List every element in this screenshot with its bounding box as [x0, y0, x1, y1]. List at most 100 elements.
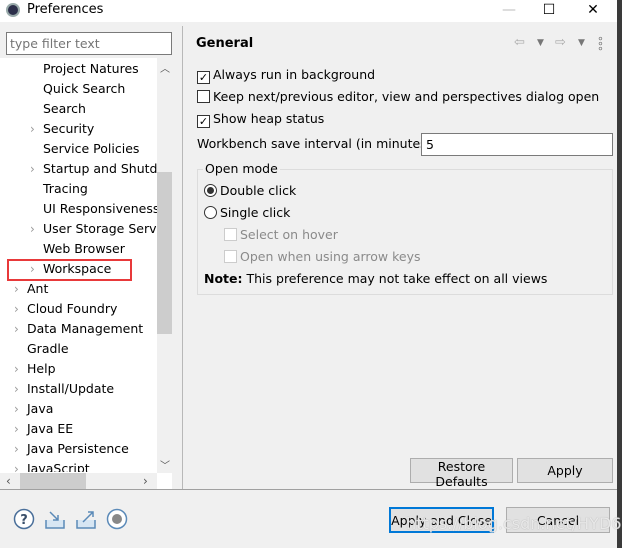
expand-chevron-icon[interactable]: › [14, 299, 19, 319]
select-on-hover-checkbox: Select on hover [224, 225, 338, 245]
checkbox-icon[interactable]: ✓ [197, 71, 210, 84]
tree-item[interactable]: Web Browser [0, 239, 157, 259]
tree-item-label: Java [27, 401, 54, 416]
open-mode-label: Open mode [203, 161, 280, 176]
open-arrow-keys-checkbox: Open when using arrow keys [224, 247, 421, 267]
tree-item[interactable]: Search [0, 99, 157, 119]
expand-chevron-icon[interactable]: › [30, 159, 35, 179]
checkbox-label: Open when using arrow keys [240, 249, 421, 264]
filter-input[interactable] [6, 32, 172, 55]
interval-label: Workbench save interval (in minutes): [197, 136, 436, 151]
note-bold: Note: [204, 271, 243, 286]
checkbox-icon[interactable] [197, 90, 210, 103]
tree-item-label: Search [43, 101, 86, 116]
restore-defaults-button[interactable]: Restore Defaults [410, 458, 513, 489]
tree-item-label: Gradle [27, 341, 69, 356]
eclipse-icon [6, 3, 20, 17]
tree-item[interactable]: Service Policies [0, 139, 157, 159]
tree-item[interactable]: › Java [0, 399, 157, 419]
expand-chevron-icon[interactable]: › [14, 459, 19, 472]
tree-item[interactable]: › Startup and Shutdown [0, 159, 157, 179]
scroll-left-icon[interactable]: ‹ [6, 474, 11, 488]
checkbox-icon [224, 250, 237, 263]
open-mode-note: Note: This preference may not take effec… [204, 269, 547, 289]
tree-item-label: UI Responsiveness [43, 201, 157, 216]
tree-item-label: Tracing [43, 181, 88, 196]
tree-item-label: User Storage Service [43, 221, 157, 236]
back-dropdown-icon[interactable]: ▼ [537, 38, 544, 48]
back-arrow-icon[interactable]: ⇦ [514, 35, 525, 50]
tree-item[interactable]: UI Responsiveness [0, 199, 157, 219]
window-edge [617, 0, 622, 548]
tree-horizontal-scroll-thumb[interactable] [20, 473, 86, 489]
tree-item[interactable]: › User Storage Service [0, 219, 157, 239]
expand-chevron-icon[interactable]: › [30, 119, 35, 139]
tree-item[interactable]: › Java Persistence [0, 439, 157, 459]
expand-chevron-icon[interactable]: › [14, 279, 19, 299]
expand-chevron-icon[interactable]: › [14, 359, 19, 379]
more-menu-icon[interactable]: ∘ ∘ ∘ [597, 33, 604, 54]
export-icon[interactable] [75, 508, 97, 530]
tree-item[interactable]: Gradle [0, 339, 157, 359]
tree-item-label: Install/Update [27, 381, 115, 396]
import-icon[interactable] [44, 508, 66, 530]
tree-item[interactable]: › Install/Update [0, 379, 157, 399]
tree-item[interactable]: › Java EE [0, 419, 157, 439]
scroll-right-icon[interactable]: › [143, 474, 148, 488]
radio-icon[interactable] [204, 206, 217, 219]
tree-item[interactable]: › Cloud Foundry [0, 299, 157, 319]
scroll-down-icon[interactable]: ﹀ [160, 457, 170, 472]
expand-chevron-icon[interactable]: › [14, 399, 19, 419]
checkbox-label: Show heap status [213, 111, 325, 126]
expand-chevron-icon[interactable]: › [14, 419, 19, 439]
radio-selected-icon[interactable] [204, 184, 217, 197]
expand-chevron-icon[interactable]: › [14, 379, 19, 399]
tree-item-label: Security [43, 121, 95, 136]
tree-item[interactable]: › Ant [0, 279, 157, 299]
help-icon[interactable]: ? [13, 508, 35, 530]
note-text: This preference may not take effect on a… [242, 271, 548, 286]
tree-item-label: Data Management [27, 321, 144, 336]
pane-divider[interactable] [182, 26, 183, 489]
close-button[interactable]: ✕ [573, 0, 613, 22]
tree-item[interactable]: › Data Management [0, 319, 157, 339]
forward-dropdown-icon[interactable]: ▼ [578, 38, 585, 48]
maximize-button[interactable]: ☐ [529, 0, 569, 22]
tree-item[interactable]: › Security [0, 119, 157, 139]
expand-chevron-icon[interactable]: › [14, 439, 19, 459]
checkbox-label: Always run in background [213, 67, 376, 82]
record-icon[interactable] [106, 508, 128, 530]
tree-item-label: Web Browser [43, 241, 125, 256]
page-title: General [196, 36, 254, 51]
forward-arrow-icon[interactable]: ⇨ [555, 35, 566, 50]
tree-item-label: Project Natures [43, 61, 139, 76]
minimize-button[interactable]: — [489, 0, 529, 22]
keep-dialog-open-checkbox[interactable]: Keep next/previous editor, view and pers… [197, 87, 599, 107]
scroll-up-icon[interactable]: ︿ [160, 60, 170, 75]
always-run-background-checkbox[interactable]: ✓ Always run in background [197, 65, 375, 85]
svg-text:?: ? [20, 513, 28, 528]
tree-item-label: Cloud Foundry [27, 301, 118, 316]
double-click-radio[interactable]: Double click [204, 181, 296, 201]
radio-label: Double click [220, 183, 297, 198]
expand-chevron-icon[interactable]: › [14, 319, 19, 339]
apply-button[interactable]: Apply [517, 458, 613, 483]
checkbox-label: Select on hover [240, 227, 338, 242]
tree-item[interactable]: › JavaScript [0, 459, 157, 472]
save-interval-input[interactable] [421, 133, 613, 156]
tree-item-label: Service Policies [43, 141, 140, 156]
tree-item-label: Java EE [27, 421, 74, 436]
show-heap-status-checkbox[interactable]: ✓ Show heap status [197, 109, 324, 129]
tree-item[interactable]: › Help [0, 359, 157, 379]
tree-item[interactable]: Quick Search [0, 79, 157, 99]
checkbox-label: Keep next/previous editor, view and pers… [213, 89, 600, 104]
tree-item-label: JavaScript [27, 461, 90, 472]
single-click-radio[interactable]: Single click [204, 203, 290, 223]
tree-item[interactable]: Tracing [0, 179, 157, 199]
tree-vertical-scroll-thumb[interactable] [157, 172, 172, 334]
checkbox-icon[interactable]: ✓ [197, 115, 210, 128]
expand-chevron-icon[interactable]: › [30, 219, 35, 239]
tree-item[interactable]: Project Natures [0, 59, 157, 79]
tree-item-label: Java Persistence [27, 441, 129, 456]
watermark: https://blog.csdn.net/HYD696 [406, 514, 622, 533]
